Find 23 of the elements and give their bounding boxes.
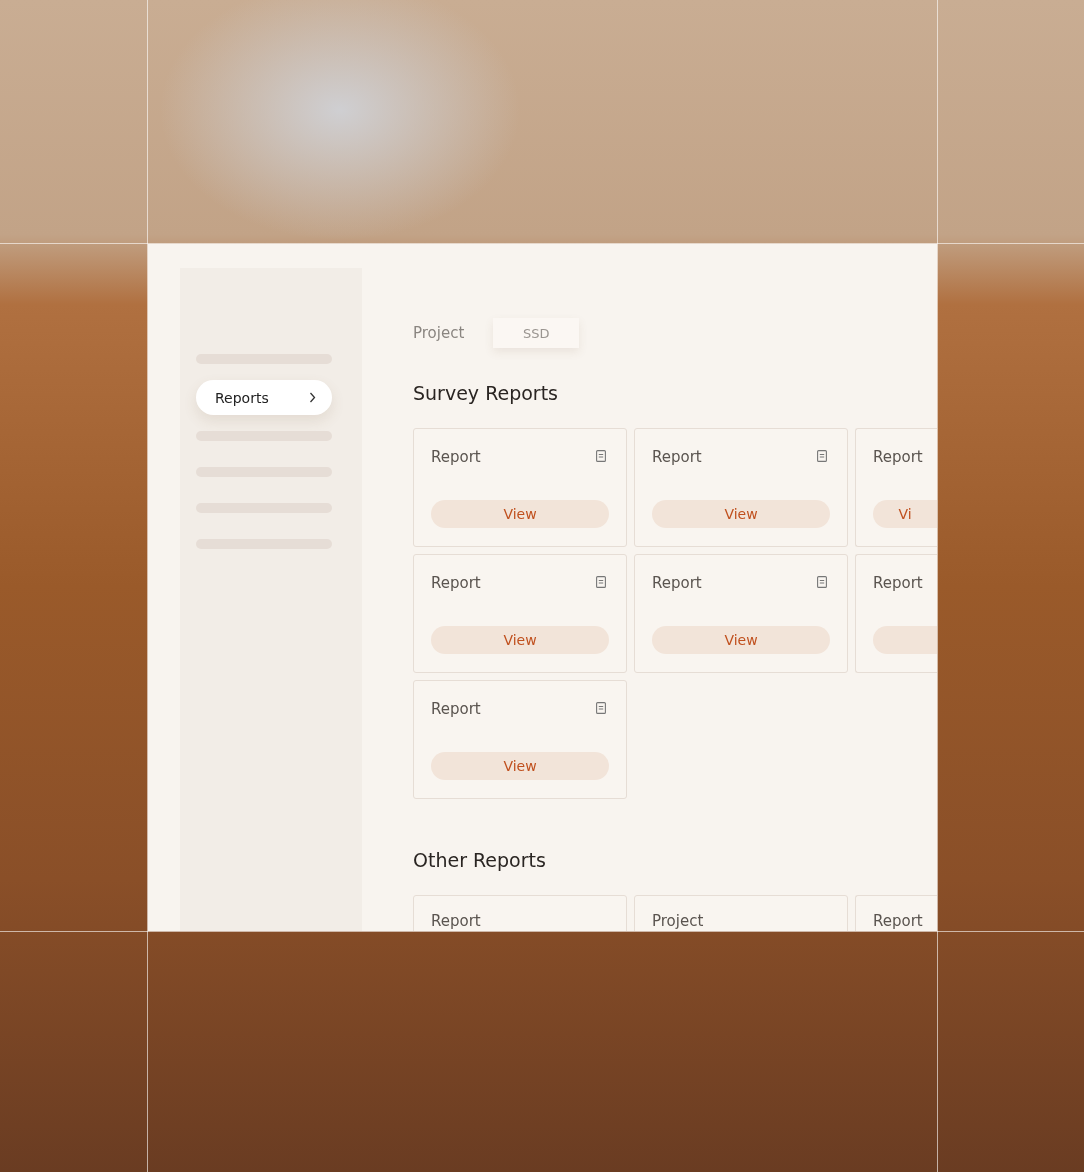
view-button[interactable]: View — [652, 500, 830, 528]
card-title: Report — [873, 574, 923, 592]
section-heading: Other Reports — [413, 849, 547, 871]
view-button[interactable] — [873, 626, 937, 654]
card-title: Report — [652, 448, 702, 466]
chevron-icon — [309, 392, 316, 403]
view-button[interactable]: View — [431, 626, 609, 654]
card-title: Report — [431, 574, 481, 592]
project-chip[interactable]: SSD — [493, 318, 580, 348]
section-heading: Survey Reports — [413, 382, 559, 404]
card-title: Report — [431, 700, 481, 718]
breadcrumb-label: Project — [413, 324, 465, 342]
card-title: Report — [873, 448, 923, 466]
sidebar-item[interactable]: Reports — [196, 380, 332, 415]
card-title: Report — [431, 448, 481, 466]
card-title: Report — [873, 912, 923, 930]
view-button[interactable]: Vi — [873, 500, 937, 528]
view-button[interactable]: View — [431, 500, 609, 528]
card-title: Report — [431, 912, 481, 930]
view-button[interactable]: View — [431, 752, 609, 780]
view-button[interactable]: View — [652, 626, 830, 654]
card-title: Report — [652, 574, 702, 592]
card-title: Project — [652, 912, 704, 930]
